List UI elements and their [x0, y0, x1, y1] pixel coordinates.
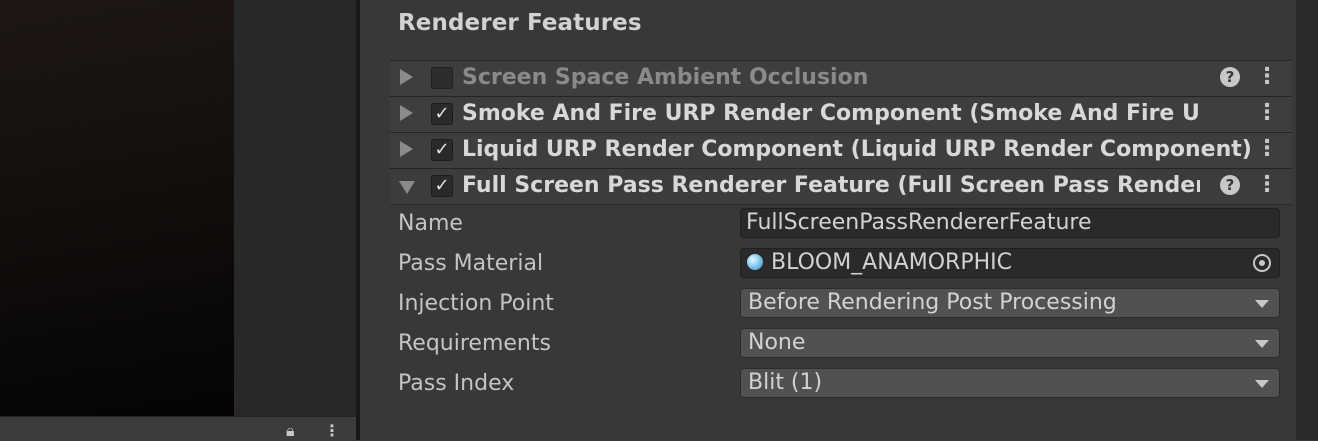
- property-injection-point: Injection Point Before Rendering Post Pr…: [360, 285, 1296, 325]
- scene-view[interactable]: [0, 0, 234, 416]
- feature-label: Screen Space Ambient Occlusion: [462, 65, 869, 90]
- feature-properties: Name FullScreenPassRendererFeature Pass …: [360, 205, 1296, 405]
- inspector-scrollbar[interactable]: [1296, 0, 1318, 440]
- pass-index-dropdown[interactable]: Blit (1): [740, 368, 1280, 398]
- injection-point-dropdown[interactable]: Before Rendering Post Processing: [740, 288, 1280, 318]
- dropdown-caret-icon: [1255, 300, 1269, 308]
- pass-index-value: Blit (1): [748, 370, 823, 395]
- kebab-menu-icon[interactable]: ⋮: [1256, 65, 1278, 91]
- property-requirements: Requirements None: [360, 325, 1296, 365]
- scene-bottom-bar: 🔒︎ ⋮: [0, 416, 356, 441]
- kebab-menu-icon[interactable]: ⋮: [1256, 101, 1278, 127]
- requirements-dropdown[interactable]: None: [740, 328, 1280, 358]
- property-label: Injection Point: [398, 291, 554, 316]
- inspector-panel: Renderer Features Screen Space Ambient O…: [360, 0, 1296, 440]
- pass-material-field[interactable]: BLOOM_ANAMORPHIC: [740, 248, 1280, 278]
- injection-point-value: Before Rendering Post Processing: [748, 290, 1117, 315]
- feature-label: Liquid URP Render Component (Liquid URP …: [462, 137, 1252, 162]
- feature-row-ssao[interactable]: Screen Space Ambient Occlusion ? ⋮: [390, 60, 1292, 96]
- property-label: Name: [398, 211, 463, 236]
- foldout-arrow-icon[interactable]: [400, 105, 413, 121]
- pass-material-value: BLOOM_ANAMORPHIC: [771, 250, 1012, 275]
- help-icon[interactable]: ?: [1220, 67, 1240, 87]
- property-label: Pass Material: [398, 251, 544, 276]
- checkmark-icon: ✓: [434, 139, 450, 160]
- feature-label: Smoke And Fire URP Render Component (Smo…: [462, 101, 1200, 126]
- kebab-menu-icon[interactable]: ⋮: [1256, 173, 1278, 199]
- name-field[interactable]: FullScreenPassRendererFeature: [740, 208, 1280, 238]
- feature-row-smoke-and-fire[interactable]: ✓ Smoke And Fire URP Render Component (S…: [390, 96, 1292, 132]
- foldout-arrow-icon[interactable]: [399, 181, 415, 194]
- property-pass-material: Pass Material BLOOM_ANAMORPHIC: [360, 245, 1296, 285]
- dropdown-caret-icon: [1255, 380, 1269, 388]
- feature-row-liquid[interactable]: ✓ Liquid URP Render Component (Liquid UR…: [390, 132, 1292, 168]
- feature-enable-checkbox[interactable]: ✓: [431, 103, 453, 125]
- property-label: Requirements: [398, 331, 551, 356]
- checkmark-icon: ✓: [434, 103, 450, 124]
- object-picker-icon[interactable]: [1253, 254, 1271, 272]
- material-sphere-icon: [747, 254, 763, 270]
- name-value: FullScreenPassRendererFeature: [746, 210, 1092, 235]
- feature-label: Full Screen Pass Renderer Feature (Full …: [462, 173, 1200, 198]
- section-title: Renderer Features: [398, 10, 642, 36]
- foldout-arrow-icon[interactable]: [400, 141, 413, 157]
- feature-enable-checkbox[interactable]: ✓: [431, 139, 453, 161]
- feature-enable-checkbox[interactable]: ✓: [431, 175, 453, 197]
- help-icon[interactable]: ?: [1220, 175, 1240, 195]
- requirements-value: None: [748, 330, 806, 355]
- property-name: Name FullScreenPassRendererFeature: [360, 205, 1296, 245]
- renderer-feature-list: Screen Space Ambient Occlusion ? ⋮ ✓ Smo…: [390, 60, 1292, 205]
- lock-icon[interactable]: 🔒︎: [286, 421, 295, 441]
- dropdown-caret-icon: [1255, 340, 1269, 348]
- kebab-menu-icon[interactable]: ⋮: [1256, 137, 1278, 163]
- feature-enable-checkbox[interactable]: [431, 67, 453, 89]
- kebab-menu-icon[interactable]: ⋮: [324, 421, 340, 441]
- property-pass-index: Pass Index Blit (1): [360, 365, 1296, 405]
- checkmark-icon: ✓: [434, 175, 450, 196]
- property-label: Pass Index: [398, 371, 515, 396]
- feature-row-full-screen-pass[interactable]: ✓ Full Screen Pass Renderer Feature (Ful…: [390, 168, 1292, 205]
- scene-side-panel: [234, 0, 356, 416]
- foldout-arrow-icon[interactable]: [400, 69, 413, 85]
